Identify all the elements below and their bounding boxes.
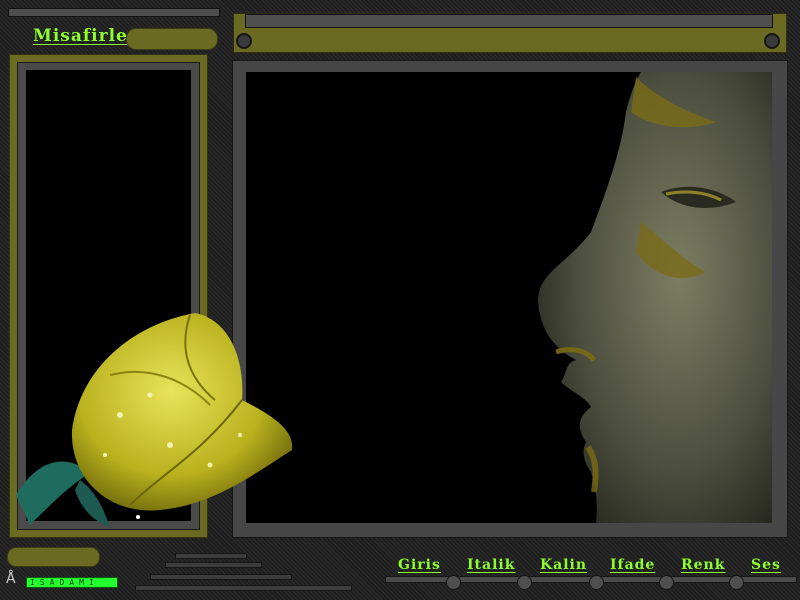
yellow-rose-image: [16, 313, 293, 527]
nav-item-italik[interactable]: Italik: [467, 557, 515, 573]
bolt-icon: [764, 33, 780, 49]
top-bar-slot: [245, 14, 773, 28]
title-pill-decoration: [126, 28, 218, 50]
logo-text: ISADAMI: [30, 578, 99, 587]
nav-knob-icon: [589, 575, 604, 590]
nav-knob-icon: [659, 575, 674, 590]
bottom-pill-decoration: [7, 547, 100, 567]
nav-item-kalin[interactable]: Kalin: [540, 557, 587, 573]
bolt-icon: [236, 33, 252, 49]
nav-knob-icon: [517, 575, 532, 590]
decorative-line: [165, 562, 262, 568]
top-left-slot: [8, 8, 220, 17]
nav-knob-icon: [446, 575, 461, 590]
main-display: [246, 72, 772, 523]
figure-a-icon: Å: [6, 571, 16, 587]
decorative-line: [135, 585, 352, 591]
nav-item-giris[interactable]: Giris: [398, 557, 441, 573]
decorative-line: [150, 574, 292, 580]
page-title: Misafirler: [33, 26, 138, 46]
nav-item-ifade[interactable]: Ifade: [610, 557, 655, 573]
face-profile-image: [538, 72, 772, 523]
nav-item-ses[interactable]: Ses: [751, 557, 781, 573]
nav-knob-icon: [729, 575, 744, 590]
nav-item-renk[interactable]: Renk: [681, 557, 725, 573]
decorative-line: [175, 553, 247, 559]
